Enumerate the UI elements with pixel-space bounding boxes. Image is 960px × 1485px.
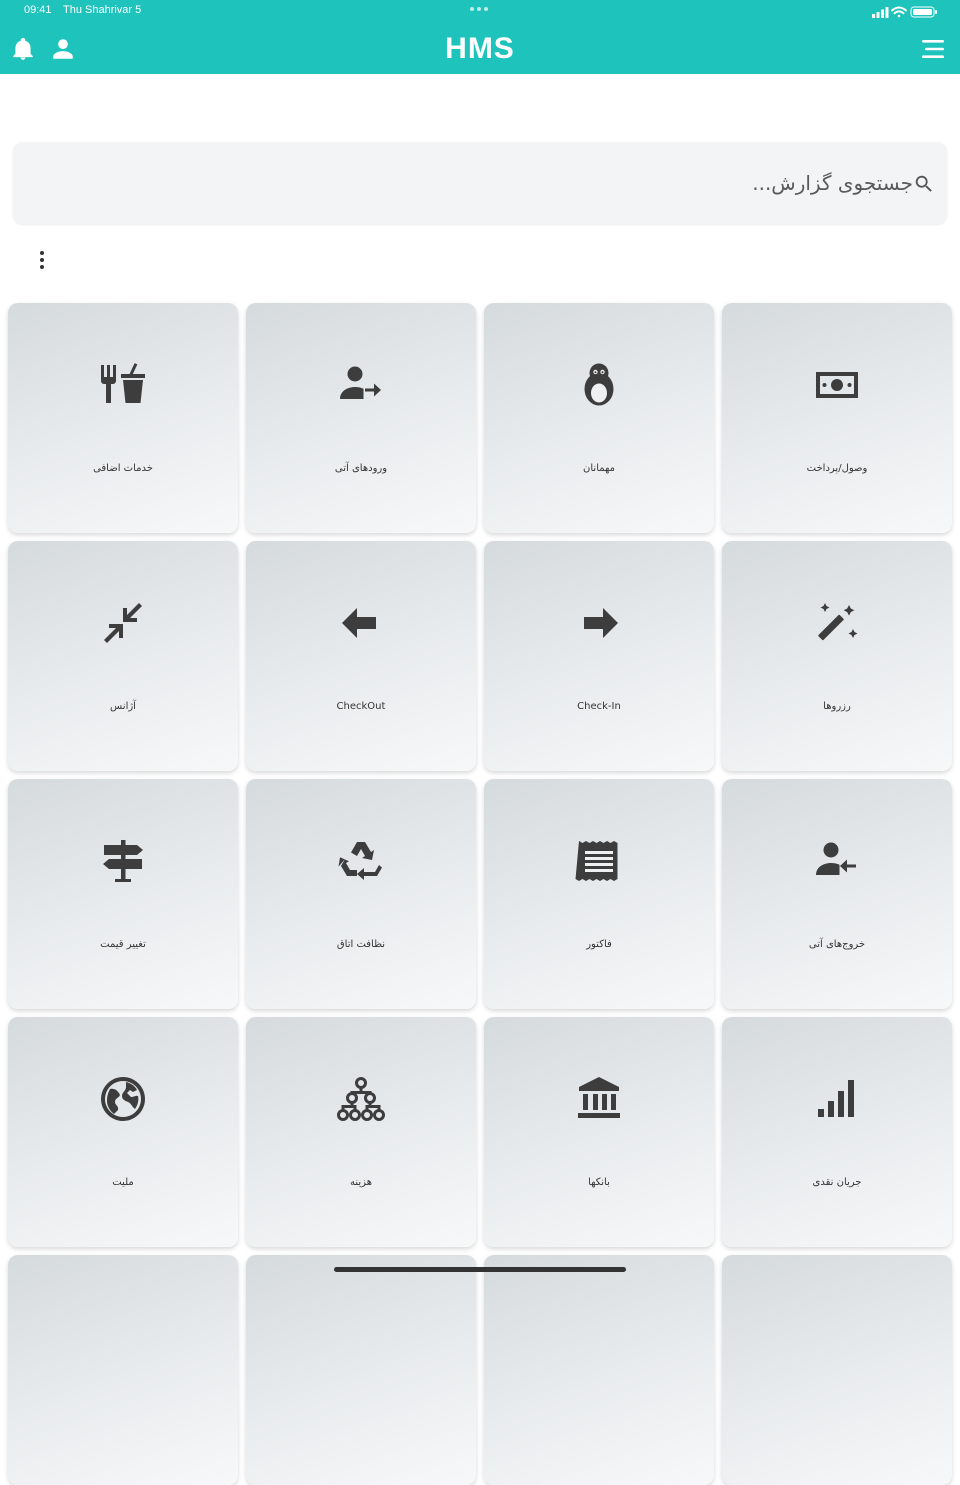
compress-icon bbox=[104, 603, 142, 643]
tile-label: خدمات اضافی bbox=[93, 463, 153, 474]
signpost-icon bbox=[103, 840, 143, 882]
tile-invoice[interactable]: فاکتور bbox=[484, 779, 714, 1009]
tile-extra-services[interactable]: خدمات اضافی bbox=[8, 303, 238, 533]
tile-receipts-payments[interactable]: وصول/پرداخت bbox=[722, 303, 952, 533]
tile-guests[interactable]: مهمانان bbox=[484, 303, 714, 533]
status-icons bbox=[872, 6, 937, 18]
bell-icon bbox=[13, 37, 33, 60]
tile-label: آژانس bbox=[110, 701, 136, 712]
tile-check-in[interactable]: Check-In bbox=[484, 541, 714, 771]
tile-room-cleaning[interactable]: نظافت اتاق bbox=[246, 779, 476, 1009]
battery-icon bbox=[910, 6, 937, 18]
tile-cash-flow[interactable]: جریان نقدی bbox=[722, 1017, 952, 1247]
arrow-right-icon bbox=[584, 608, 618, 638]
tile-label: ورودهای آتی bbox=[334, 463, 388, 474]
cellular-signal-icon bbox=[872, 7, 889, 18]
receipt-icon bbox=[575, 841, 618, 881]
tile-price-change[interactable]: تغییر قیمت bbox=[8, 779, 238, 1009]
tile-label: فاکتور bbox=[586, 939, 612, 950]
tile-nationality[interactable]: ملیت bbox=[8, 1017, 238, 1247]
tile-label: نظافت اتاق bbox=[336, 939, 386, 950]
search-icon bbox=[915, 175, 932, 192]
tile-label: بانکها bbox=[588, 1177, 610, 1188]
restaurant-icon bbox=[101, 363, 145, 403]
tile-label: CheckOut bbox=[336, 701, 386, 712]
cash-icon bbox=[816, 372, 858, 398]
tile-label: جریان نقدی bbox=[812, 1177, 862, 1188]
tile-upcoming-departures[interactable]: خروج‌های آتی bbox=[722, 779, 952, 1009]
status-time: 09:41 bbox=[24, 4, 52, 16]
navigation-bar: HMS bbox=[0, 28, 960, 70]
app-header: 09:41 Thu Shahrivar 5 HMS bbox=[0, 0, 960, 74]
status-date: Thu Shahrivar 5 bbox=[63, 4, 142, 16]
tile-label: رزروها bbox=[823, 701, 851, 712]
tile-label: ملیت bbox=[112, 1177, 134, 1188]
hierarchy-icon bbox=[337, 1077, 385, 1121]
notifications-button[interactable] bbox=[8, 34, 38, 64]
tile-reservations[interactable]: رزروها bbox=[722, 541, 952, 771]
tile-label: وصول/پرداخت bbox=[806, 463, 868, 474]
home-indicator[interactable] bbox=[334, 1267, 626, 1272]
multitasking-dots[interactable] bbox=[470, 7, 490, 13]
more-vertical-icon bbox=[40, 251, 44, 255]
tile-partial[interactable] bbox=[246, 1255, 476, 1485]
profile-button[interactable] bbox=[48, 34, 78, 64]
tile-partial[interactable] bbox=[8, 1255, 238, 1485]
magic-wand-icon bbox=[818, 603, 858, 641]
arrow-left-icon bbox=[342, 608, 376, 638]
menu-button[interactable] bbox=[918, 34, 948, 64]
person-arrow-in-icon bbox=[340, 366, 381, 399]
tile-label: تغییر قیمت bbox=[100, 939, 146, 950]
penguin-icon bbox=[584, 363, 614, 406]
tile-label: مهمانان bbox=[583, 463, 615, 474]
tile-label: هزینه bbox=[350, 1177, 372, 1188]
search-box bbox=[13, 142, 947, 224]
recycle-icon bbox=[338, 842, 382, 880]
tile-expense[interactable]: هزینه bbox=[246, 1017, 476, 1247]
more-options-button[interactable] bbox=[30, 248, 54, 272]
wifi-icon bbox=[891, 6, 907, 18]
app-title: HMS bbox=[445, 32, 515, 65]
tile-partial[interactable] bbox=[484, 1255, 714, 1485]
tile-upcoming-arrivals[interactable]: ورودهای آتی bbox=[246, 303, 476, 533]
tile-agency[interactable]: آژانس bbox=[8, 541, 238, 771]
tile-banks[interactable]: بانکها bbox=[484, 1017, 714, 1247]
hamburger-menu-icon bbox=[922, 40, 944, 58]
bank-icon bbox=[578, 1077, 620, 1118]
tile-checkout[interactable]: CheckOut bbox=[246, 541, 476, 771]
signal-bars-icon bbox=[818, 1080, 854, 1117]
globe-icon bbox=[101, 1077, 146, 1121]
report-search-input[interactable] bbox=[33, 163, 913, 203]
person-icon bbox=[53, 39, 73, 59]
tile-label: Check-In bbox=[577, 701, 621, 712]
tile-partial[interactable] bbox=[722, 1255, 952, 1485]
tile-label: خروج‌های آتی bbox=[808, 939, 866, 950]
status-bar: 09:41 Thu Shahrivar 5 bbox=[0, 0, 960, 24]
person-arrow-out-icon bbox=[816, 842, 856, 875]
